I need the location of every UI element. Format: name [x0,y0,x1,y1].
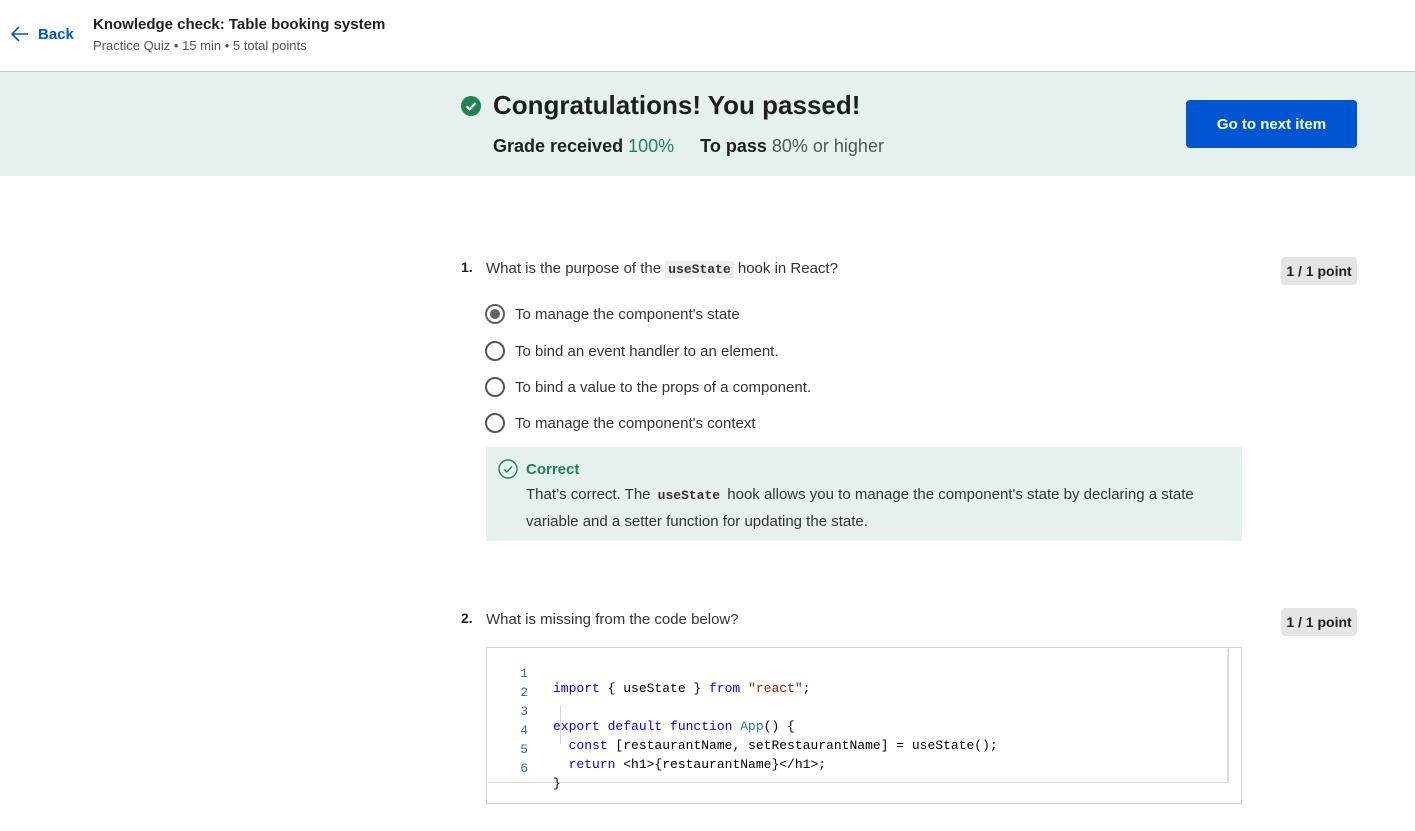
next-item-button[interactable]: Go to next item [1186,100,1357,148]
result-headline: Congratulations! You passed! [493,90,861,120]
code-line: 6 } [488,746,561,791]
question-text: What is the purpose of the useState hook… [486,260,838,278]
answer-option[interactable]: To bind an event handler to an element. [485,341,779,361]
code-line: 2 [488,670,535,700]
top-bar: Back Knowledge check: Table booking syst… [0,0,1415,72]
vertical-scrollbar[interactable] [1228,648,1241,783]
answer-label: To manage the component's state [515,305,740,323]
points-badge: 1 / 1 point [1281,608,1357,636]
question-number: 1. [461,259,473,275]
radio-icon[interactable] [485,341,505,361]
grade-label: Grade received [493,136,624,156]
answer-label: To bind an event handler to an element. [515,342,779,360]
feedback-text: That’s correct. The useState hook allows… [526,482,1226,535]
code-line: 3 export default function App() { [488,689,795,734]
answer-option[interactable]: To bind a value to the props of a compon… [485,377,811,397]
feedback-panel: Correct That’s correct. The useState hoo… [486,447,1242,541]
code-text: return <h1>{restaurantName}</h1>; [568,757,827,772]
code-viewport: 1 import { useState } from "react"; 2 3 … [488,649,1228,791]
arrow-left-icon [10,26,28,42]
radio-icon[interactable] [485,413,505,433]
question-text: What is missing from the code below? [486,611,739,628]
code-text: import { useState } from "react"; [553,681,811,696]
check-circle-icon [461,96,481,116]
answer-option[interactable]: To manage the component's context [485,413,756,433]
code-text: export default function App() { [553,719,795,734]
pass-label: To pass [700,136,767,156]
quiz-meta: Practice Quiz • 15 min • 5 total points [93,38,307,53]
inline-code: useState [665,261,734,278]
radio-icon[interactable] [485,377,505,397]
answer-label: To manage the component's context [515,414,756,432]
question-number: 2. [461,610,473,626]
code-line: 1 import { useState } from "react"; [488,651,810,696]
line-number: 6 [520,761,528,776]
grade-summary: Grade received 100% To pass 80% or highe… [493,136,884,157]
code-text: const [restaurantName, setRestaurantName… [568,738,998,753]
code-text: } [553,776,561,791]
pass-value: 80% or higher [771,136,884,156]
feedback-text-part: That’s correct. The [526,486,651,503]
inline-code: useState [654,487,724,504]
radio-selected-icon[interactable] [485,304,505,324]
back-button[interactable]: Back [10,24,74,44]
grade-value: 100% [628,136,675,156]
feedback-title: Correct [526,461,580,478]
code-editor[interactable]: 1 import { useState } from "react"; 2 3 … [486,647,1242,804]
code-line: 5 return <h1>{restaurantName}</h1>; [488,727,826,772]
question-text-part: hook in React? [737,260,838,277]
check-circle-outline-icon [498,459,518,479]
points-badge: 1 / 1 point [1281,257,1357,285]
question-text-part: What is the purpose of the [486,260,662,277]
back-label: Back [38,25,74,43]
answer-label: To bind a value to the props of a compon… [515,378,812,396]
quiz-title: Knowledge check: Table booking system [93,16,386,33]
code-line: 4 const [restaurantName, setRestaurantNa… [488,708,998,753]
answer-option[interactable]: To manage the component's state [485,304,740,324]
